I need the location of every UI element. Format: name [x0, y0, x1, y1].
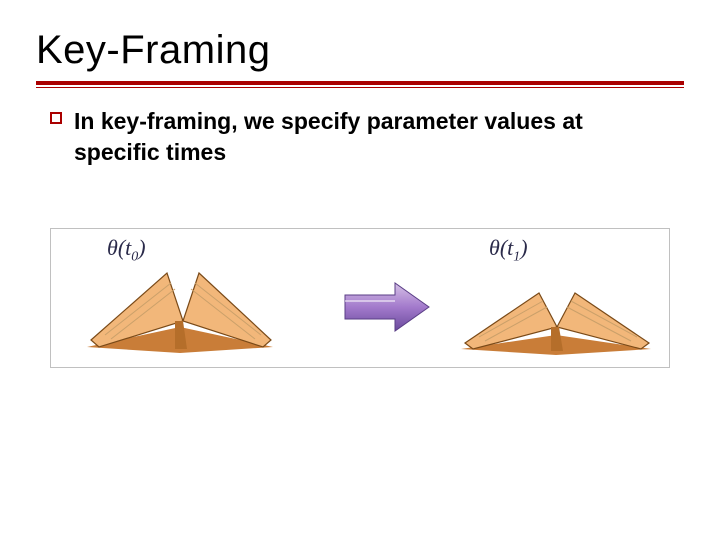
- theta-label-0: θ(t0): [107, 235, 146, 265]
- bullet-marker-icon: [50, 112, 62, 124]
- arrow-icon: [341, 279, 433, 335]
- theta-label-1: θ(t1): [489, 235, 528, 265]
- theta-symbol-1: θ: [489, 235, 500, 260]
- book-icon-t0: [75, 265, 285, 365]
- slide-content: In key-framing, we specify parameter val…: [36, 88, 684, 368]
- diagram-container: θ(t0) θ(t1): [50, 228, 670, 368]
- slide: Key-Framing In key-framing, we specify p…: [0, 0, 720, 540]
- bullet-text: In key-framing, we specify parameter val…: [74, 106, 670, 168]
- theta-symbol-0: θ: [107, 235, 118, 260]
- theta-sub-0: 0: [131, 249, 138, 264]
- theta-sub-1: 1: [513, 249, 520, 264]
- book-icon-t1: [451, 265, 661, 365]
- slide-title: Key-Framing: [36, 28, 684, 79]
- title-underline-thick: [36, 81, 684, 85]
- bullet-item: In key-framing, we specify parameter val…: [50, 106, 670, 168]
- diagram-panel: θ(t0) θ(t1): [50, 228, 670, 368]
